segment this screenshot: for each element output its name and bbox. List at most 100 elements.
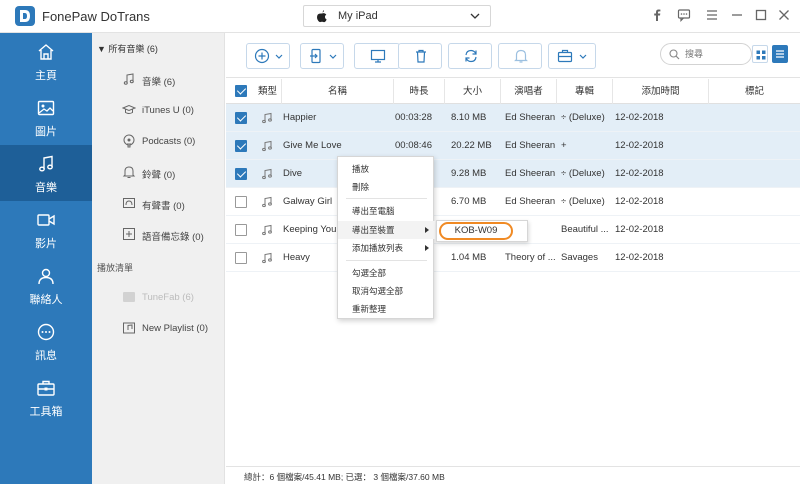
cell-added: 12-02-2018 bbox=[615, 168, 664, 179]
sidebar-item-label: TuneFab (6) bbox=[142, 292, 194, 303]
nav-label: 影片 bbox=[35, 238, 57, 250]
sidebar-item-label: Podcasts (0) bbox=[142, 136, 196, 147]
header-album[interactable]: 專輯 bbox=[556, 79, 612, 104]
menu-item-refresh[interactable]: 重新整理 bbox=[338, 300, 435, 318]
status-text: 總計：6 個檔案/45.41 MB; 已選： 3 個檔案/37.60 MB bbox=[244, 472, 445, 482]
refresh-icon bbox=[465, 49, 477, 63]
export-to-pc-button[interactable] bbox=[354, 43, 400, 69]
delete-button[interactable] bbox=[398, 43, 442, 69]
search-icon bbox=[669, 49, 680, 60]
close-icon[interactable] bbox=[777, 8, 791, 22]
cell-added: 12-02-2018 bbox=[615, 196, 664, 207]
table-row[interactable]: Dive 9.28 MB Ed Sheeran ÷ (Deluxe) 12-02… bbox=[226, 160, 800, 188]
maximize-icon[interactable] bbox=[754, 8, 768, 22]
collapse-triangle-icon: ▼ bbox=[97, 44, 109, 54]
menu-item-delete[interactable]: 刪除 bbox=[338, 178, 435, 196]
header-duration[interactable]: 時長 bbox=[393, 79, 444, 104]
minimize-icon[interactable] bbox=[730, 8, 744, 22]
status-bar: 總計：6 個檔案/45.41 MB; 已選： 3 個檔案/37.60 MB bbox=[226, 466, 800, 484]
cell-size: 8.10 MB bbox=[451, 112, 487, 123]
home-icon bbox=[38, 44, 54, 60]
nav-item-music[interactable]: 音樂 bbox=[0, 145, 92, 201]
nav-item-home[interactable]: 主頁 bbox=[0, 33, 92, 89]
cell-name: Happier bbox=[283, 112, 317, 123]
select-all-checkbox[interactable] bbox=[235, 85, 247, 97]
cell-album: ÷ (Deluxe) bbox=[561, 112, 605, 123]
grid-icon bbox=[756, 50, 766, 60]
music-note-icon bbox=[262, 140, 272, 152]
export-to-device-button[interactable] bbox=[300, 43, 344, 69]
nav-item-photos[interactable]: 圖片 bbox=[0, 89, 92, 145]
header-artist[interactable]: 演唱者 bbox=[500, 79, 556, 104]
header-added[interactable]: 添加時間 bbox=[612, 79, 708, 104]
row-checkbox[interactable] bbox=[235, 112, 247, 124]
playlists-header: 播放清單 bbox=[97, 263, 134, 273]
submenu-device-item[interactable]: KOB-W09 bbox=[439, 222, 513, 240]
ringtone-maker-button[interactable] bbox=[498, 43, 542, 69]
nav-item-contacts[interactable]: 聯絡人 bbox=[0, 257, 92, 313]
row-checkbox[interactable] bbox=[235, 252, 247, 264]
search-input[interactable] bbox=[685, 47, 745, 61]
menu-icon[interactable] bbox=[705, 8, 719, 22]
device-submenu: KOB-W09 bbox=[436, 220, 528, 242]
cell-added: 12-02-2018 bbox=[615, 252, 664, 263]
main-navigation: 主頁 圖片 音樂 影片 聯絡人 訊息 工具箱 bbox=[0, 33, 92, 484]
grid-view-button[interactable] bbox=[752, 45, 768, 63]
header-mark[interactable]: 標記 bbox=[708, 79, 800, 104]
menu-item-check-all[interactable]: 勾選全部 bbox=[338, 264, 435, 282]
cell-artist: Ed Sheeran bbox=[505, 168, 556, 179]
voice-memo-icon bbox=[123, 228, 135, 240]
table-row[interactable]: Heavy 1.04 MB Theory of ... Savages 12-0… bbox=[226, 244, 800, 272]
search-box[interactable] bbox=[660, 43, 752, 65]
menu-item-uncheck-all[interactable]: 取消勾選全部 bbox=[338, 282, 435, 300]
nav-item-toolbox[interactable]: 工具箱 bbox=[0, 369, 92, 425]
cell-album: ÷ (Deluxe) bbox=[561, 168, 605, 179]
submenu-arrow-icon bbox=[425, 227, 429, 233]
cell-album: Beautiful ... bbox=[561, 224, 609, 235]
all-music-header[interactable]: ▼ 所有音樂 (6) bbox=[97, 42, 158, 55]
menu-item-export-device[interactable]: 導出至裝置 bbox=[338, 221, 435, 239]
menu-item-export-pc[interactable]: 導出至電腦 bbox=[338, 202, 435, 220]
nav-item-videos[interactable]: 影片 bbox=[0, 201, 92, 257]
table-row[interactable]: Galway Girl 6.70 MB Ed Sheeran ÷ (Deluxe… bbox=[226, 188, 800, 216]
row-checkbox[interactable] bbox=[235, 140, 247, 152]
image-icon bbox=[37, 100, 55, 116]
nav-label: 圖片 bbox=[35, 126, 57, 138]
list-view-button[interactable] bbox=[772, 45, 788, 63]
device-name: My iPad bbox=[338, 10, 378, 22]
row-checkbox[interactable] bbox=[235, 168, 247, 180]
sync-button[interactable] bbox=[448, 43, 492, 69]
table-header: 類型 名稱 時長 大小 演唱者 專輯 添加時間 標記 bbox=[226, 79, 800, 104]
menu-item-add-playlist[interactable]: 添加播放列表 bbox=[338, 239, 435, 257]
cell-added: 12-02-2018 bbox=[615, 224, 664, 235]
cell-artist: Theory of ... bbox=[505, 252, 556, 263]
table-row[interactable]: Give Me Love 00:08:46 20.22 MB Ed Sheera… bbox=[226, 132, 800, 160]
playlist-icon bbox=[123, 292, 135, 302]
row-checkbox[interactable] bbox=[235, 224, 247, 236]
facebook-icon[interactable] bbox=[650, 8, 664, 22]
audiobook-icon bbox=[123, 198, 135, 208]
chevron-down-icon bbox=[579, 54, 587, 59]
cell-added: 12-02-2018 bbox=[615, 112, 664, 123]
cell-name: Keeping You bbox=[283, 224, 337, 235]
add-button[interactable] bbox=[246, 43, 290, 69]
table-row[interactable]: Happier 00:03:28 8.10 MB Ed Sheeran ÷ (D… bbox=[226, 104, 800, 132]
cell-duration: 00:03:28 bbox=[395, 112, 432, 123]
cell-added: 12-02-2018 bbox=[615, 140, 664, 151]
header-type[interactable]: 類型 bbox=[254, 79, 281, 104]
app-title: FonePaw DoTrans bbox=[42, 9, 150, 24]
sidebar-item-label: 有聲書 (0) bbox=[142, 201, 185, 212]
header-name[interactable]: 名稱 bbox=[281, 79, 393, 104]
music-icon bbox=[39, 155, 53, 172]
device-selector[interactable]: My iPad bbox=[303, 5, 491, 27]
bell-icon bbox=[514, 49, 528, 63]
toolbox-button[interactable] bbox=[548, 43, 596, 69]
video-icon bbox=[37, 214, 55, 226]
header-size[interactable]: 大小 bbox=[444, 79, 500, 104]
menu-item-play[interactable]: 播放 bbox=[338, 160, 435, 178]
context-menu: 播放 刪除 導出至電腦 導出至裝置 添加播放列表 勾選全部 取消勾選全部 重新整… bbox=[337, 156, 435, 319]
feedback-icon[interactable] bbox=[677, 8, 691, 22]
row-checkbox[interactable] bbox=[235, 196, 247, 208]
nav-item-messages[interactable]: 訊息 bbox=[0, 313, 92, 369]
music-note-icon bbox=[262, 252, 272, 264]
